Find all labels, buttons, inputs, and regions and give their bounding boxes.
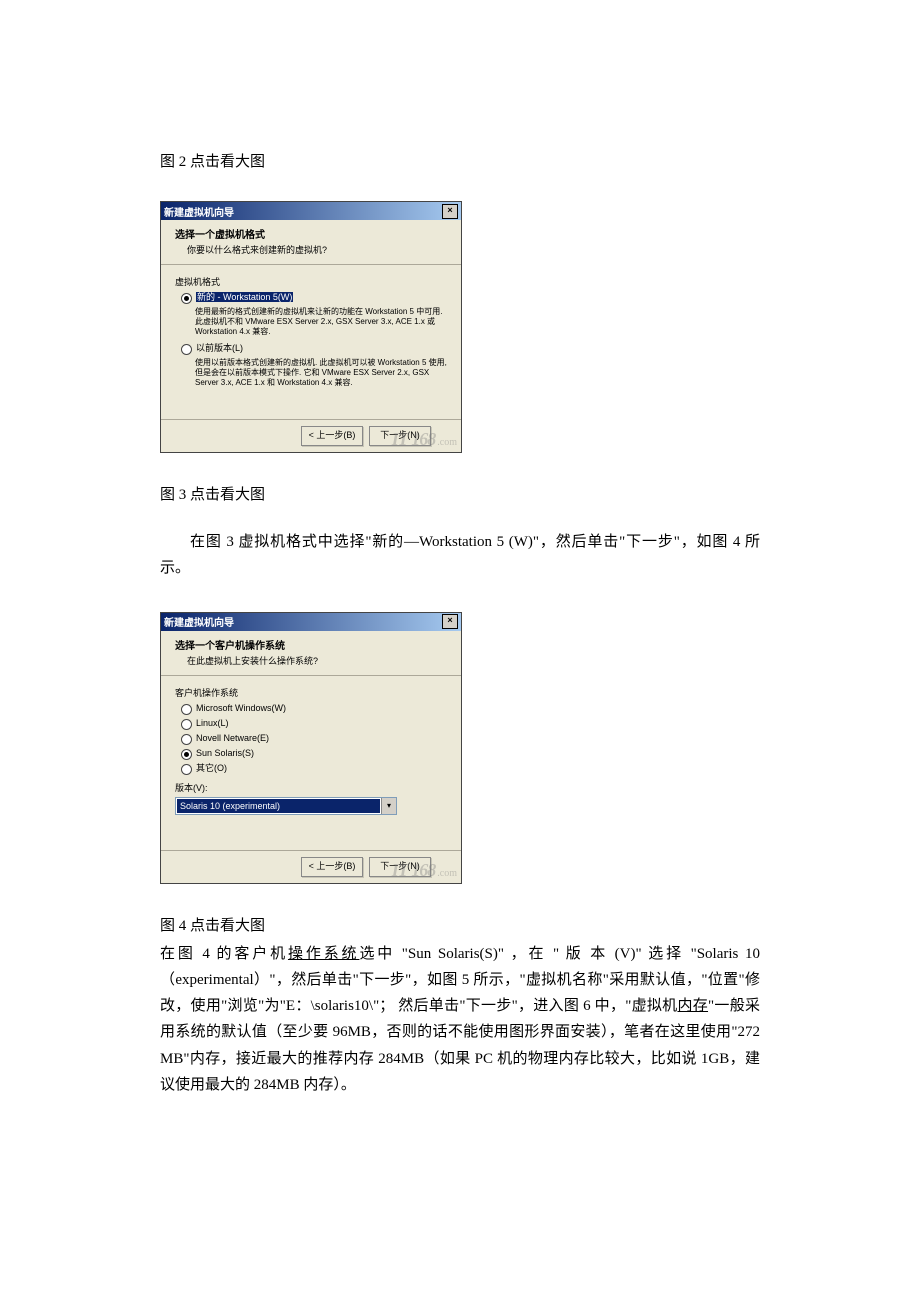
version-value: Solaris 10 (experimental) <box>177 799 380 813</box>
os-windows-label: Microsoft Windows(W) <box>196 703 286 715</box>
dialog-b-wrap: 新建虚拟机向导 × 选择一个客户机操作系统 在此虚拟机上安装什么操作系统? 客户… <box>160 612 760 884</box>
version-combobox[interactable]: Solaris 10 (experimental) ▾ <box>175 797 397 815</box>
dialog-a-head-title: 选择一个虚拟机格式 <box>175 226 451 241</box>
dialog-a-head-sub: 你要以什么格式来创建新的虚拟机? <box>187 243 451 256</box>
radio-icon <box>181 764 192 775</box>
dialog-a-header: 选择一个虚拟机格式 你要以什么格式来创建新的虚拟机? <box>161 220 461 265</box>
dialog-b-body: 客户机操作系统 Microsoft Windows(W) Linux(L) No… <box>161 676 461 850</box>
p4-part-a: 在图 4 的客户机 <box>160 946 288 962</box>
radio-icon <box>181 344 192 355</box>
figure-3-caption: 图 3 点击看大图 <box>160 483 760 504</box>
version-label: 版本(V): <box>175 781 449 794</box>
chevron-down-icon[interactable]: ▾ <box>381 798 396 814</box>
dialog-b-title: 新建虚拟机向导 <box>164 614 234 629</box>
dialog-a-footer: < 上一步(B) 下一步(N) IT 168.com <box>161 419 461 452</box>
dialog-a-title: 新建虚拟机向导 <box>164 204 234 219</box>
os-solaris-label: Sun Solaris(S) <box>196 748 254 760</box>
radio-windows[interactable]: Microsoft Windows(W) <box>181 703 449 715</box>
radio-netware[interactable]: Novell Netware(E) <box>181 733 449 745</box>
dialog-b-footer: < 上一步(B) 下一步(N) IT 168.com <box>161 850 461 883</box>
os-linux-label: Linux(L) <box>196 718 229 730</box>
radio-linux[interactable]: Linux(L) <box>181 718 449 730</box>
dialog-b-group-label: 客户机操作系统 <box>175 686 449 699</box>
next-button[interactable]: 下一步(N) <box>369 426 431 446</box>
radio-icon <box>181 704 192 715</box>
radio-icon <box>181 749 192 760</box>
radio-legacy[interactable]: 以前版本(L) <box>181 343 449 355</box>
close-icon[interactable]: × <box>442 614 458 629</box>
dialog-b-titlebar: 新建虚拟机向导 × <box>161 613 461 631</box>
dialog-a-options: 新的 - Workstation 5(W) 使用最新的格式创建新的虚拟机来让新的… <box>175 292 449 388</box>
radio-icon <box>181 293 192 304</box>
dialog-a-wrap: 新建虚拟机向导 × 选择一个虚拟机格式 你要以什么格式来创建新的虚拟机? 虚拟机… <box>160 201 760 453</box>
dialog-a: 新建虚拟机向导 × 选择一个虚拟机格式 你要以什么格式来创建新的虚拟机? 虚拟机… <box>160 201 462 453</box>
dialog-b-head-sub: 在此虚拟机上安装什么操作系统? <box>187 654 451 667</box>
para-after-fig3: 在图 3 虚拟机格式中选择"新的—Workstation 5 (W)"，然后单击… <box>160 529 760 582</box>
p4-underline-mem: 内存 <box>677 998 708 1014</box>
dialog-b-header: 选择一个客户机操作系统 在此虚拟机上安装什么操作系统? <box>161 631 461 676</box>
os-other-label: 其它(O) <box>196 763 227 775</box>
radio-new-workstation5[interactable]: 新的 - Workstation 5(W) <box>181 292 449 304</box>
dialog-b: 新建虚拟机向导 × 选择一个客户机操作系统 在此虚拟机上安装什么操作系统? 客户… <box>160 612 462 884</box>
p4-underline-os: 操作系统 <box>288 946 359 962</box>
opt1-desc: 使用最新的格式创建新的虚拟机来让新的功能在 Workstation 5 中可用.… <box>195 307 449 337</box>
watermark-suffix: .com <box>437 437 457 448</box>
dialog-a-group-label: 虚拟机格式 <box>175 275 449 288</box>
dialog-b-options: Microsoft Windows(W) Linux(L) Novell Net… <box>175 703 449 775</box>
watermark-suffix: .com <box>437 868 457 879</box>
opt2-desc: 使用以前版本格式创建新的虚拟机. 此虚拟机可以被 Workstation 5 使… <box>195 358 449 388</box>
prev-button[interactable]: < 上一步(B) <box>301 857 363 877</box>
next-button[interactable]: 下一步(N) <box>369 857 431 877</box>
radio-other[interactable]: 其它(O) <box>181 763 449 775</box>
figure-2-caption: 图 2 点击看大图 <box>160 150 760 171</box>
opt2-label: 以前版本(L) <box>196 343 243 355</box>
dialog-a-titlebar: 新建虚拟机向导 × <box>161 202 461 220</box>
dialog-b-head-title: 选择一个客户机操作系统 <box>175 637 451 652</box>
os-netware-label: Novell Netware(E) <box>196 733 269 745</box>
close-icon[interactable]: × <box>442 204 458 219</box>
radio-icon <box>181 719 192 730</box>
radio-icon <box>181 734 192 745</box>
prev-button[interactable]: < 上一步(B) <box>301 426 363 446</box>
dialog-a-body: 虚拟机格式 新的 - Workstation 5(W) 使用最新的格式创建新的虚… <box>161 265 461 419</box>
opt1-label: 新的 - Workstation 5(W) <box>196 292 293 302</box>
figure-4-caption: 图 4 点击看大图 <box>160 914 760 935</box>
radio-solaris[interactable]: Sun Solaris(S) <box>181 748 449 760</box>
para-after-fig4: 在图 4 的客户机操作系统选中 "Sun Solaris(S)" ，在 " 版 … <box>160 941 760 1099</box>
